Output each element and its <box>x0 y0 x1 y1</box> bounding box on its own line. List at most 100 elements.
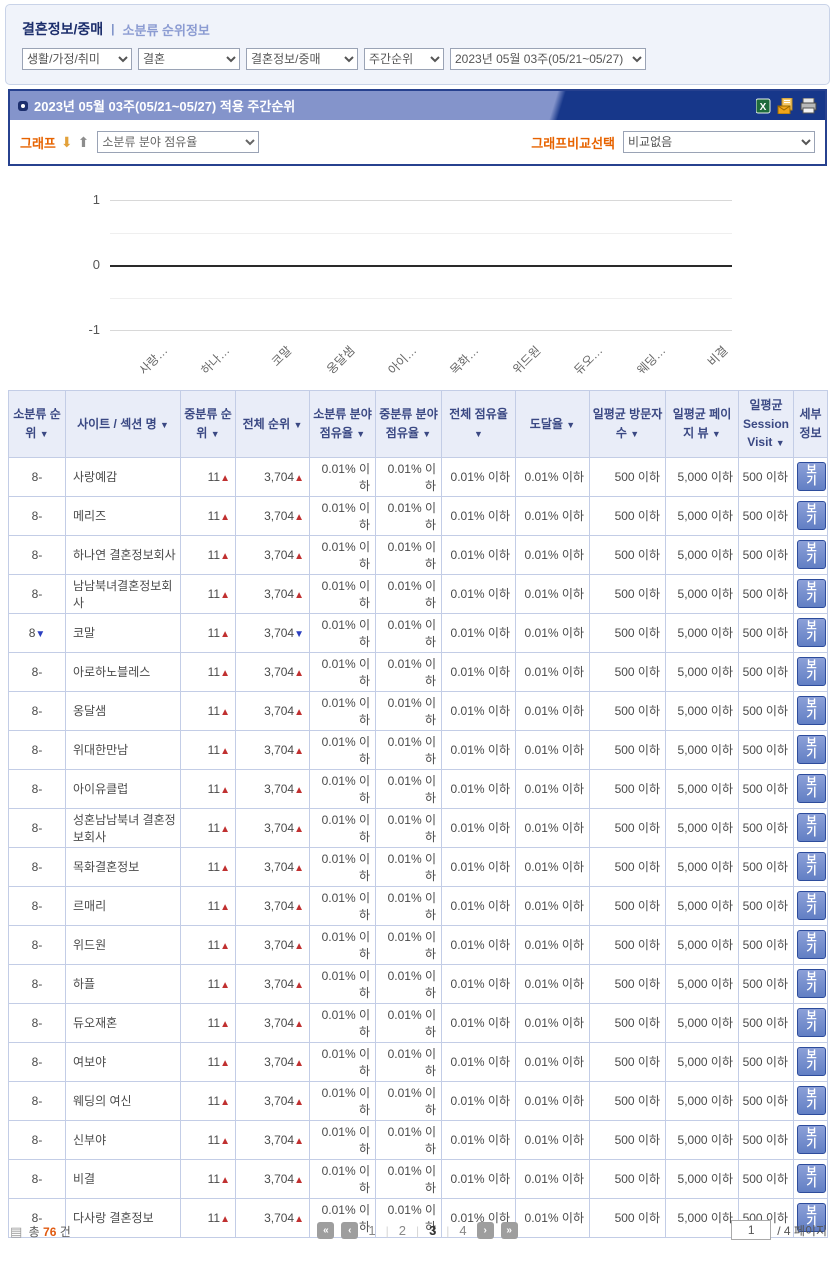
cell-total-share: 0.01% 이하 <box>441 495 516 536</box>
cell-mid-rank: 11▲ <box>180 1002 236 1043</box>
view-detail-button[interactable]: 보기 <box>797 1164 826 1194</box>
cell-sub-share: 0.01% 이하 <box>309 924 376 965</box>
cell-sub-share: 0.01% 이하 <box>309 1119 376 1160</box>
page-number-4[interactable]: 4 <box>456 1223 469 1238</box>
page-input[interactable] <box>731 1220 772 1240</box>
cell-sub-rank: 8- <box>8 1158 66 1199</box>
view-detail-button[interactable]: 보기 <box>797 579 826 609</box>
sort-arrow-icon: ▼ <box>39 428 49 439</box>
cell-sub-share: 0.01% 이하 <box>309 768 376 809</box>
view-detail-button[interactable]: 보기 <box>797 735 826 765</box>
view-detail-button[interactable]: 보기 <box>797 1125 826 1155</box>
view-detail-button[interactable]: 보기 <box>797 1086 826 1116</box>
cell-daily-session: 500 이하 <box>738 924 794 965</box>
category2-select[interactable]: 결혼 <box>138 48 240 70</box>
table-row: 8- 메리즈 11▲ 3,704▲ 0.01% 이하 0.01% 이하 0.01% 이하 0.… <box>8 495 828 536</box>
view-detail-button[interactable]: 보기 <box>797 1047 826 1077</box>
view-detail-button[interactable]: 보기 <box>797 774 826 804</box>
column-header-10[interactable]: 일평균 Session Visit ▼ <box>738 390 794 458</box>
rank-up-icon: ▲ <box>294 1018 304 1030</box>
prev-page-button[interactable]: ‹ <box>341 1222 359 1239</box>
cell-total-rank: 3,704▲ <box>235 573 310 614</box>
excel-icon[interactable]: X <box>756 98 772 114</box>
rank-up-icon: ▲ <box>220 823 230 835</box>
table-row: 8- 남남북녀결혼정보회사 11▲ 3,704▲ 0.01% 이하 0.01% 이하 0.0… <box>8 573 828 614</box>
column-header-6[interactable]: 전체 점유율 ▼ <box>441 390 516 458</box>
sort-descending-icon[interactable]: ⬇ <box>61 135 73 149</box>
view-detail-button[interactable]: 보기 <box>797 462 826 492</box>
view-detail-button[interactable]: 보기 <box>797 618 826 648</box>
view-detail-button[interactable]: 보기 <box>797 852 826 882</box>
cell-daily-session: 500 이하 <box>738 1041 794 1082</box>
table-row: 8- 하플 11▲ 3,704▲ 0.01% 이하 0.01% 이하 0.01% 이하 0.0… <box>8 963 828 1004</box>
gridline <box>110 200 732 201</box>
column-header-8[interactable]: 일평균 방문자 수 ▼ <box>589 390 666 458</box>
cell-mid-rank: 11▲ <box>180 534 236 575</box>
week-select[interactable]: 2023년 05월 03주(05/21~05/27) <box>450 48 646 70</box>
cell-sub-rank: 8- <box>8 1080 66 1121</box>
rank-up-icon: ▲ <box>220 784 230 796</box>
cell-mid-rank: 11▲ <box>180 924 236 965</box>
view-detail-button[interactable]: 보기 <box>797 540 826 570</box>
page-number-1[interactable]: 1 <box>365 1223 378 1238</box>
column-header-2[interactable]: 중분류 순위 ▼ <box>180 390 236 458</box>
rank-up-icon: ▲ <box>220 589 230 601</box>
graph-metric-select[interactable]: 소분류 분야 점유율 <box>97 131 260 153</box>
column-header-1[interactable]: 사이트 / 섹션 명 ▼ <box>65 390 181 458</box>
cell-detail: 보기 <box>793 495 828 536</box>
cell-daily-session: 500 이하 <box>738 963 794 1004</box>
column-header-9[interactable]: 일평균 페이지 뷰 ▼ <box>665 390 739 458</box>
cell-site-name: 메리즈 <box>65 495 181 536</box>
cell-sub-rank: 8- <box>8 1041 66 1082</box>
x-axis-label: 듀오… <box>571 343 606 378</box>
view-detail-button[interactable]: 보기 <box>797 501 826 531</box>
view-detail-button[interactable]: 보기 <box>797 891 826 921</box>
column-header-3[interactable]: 전체 순위 ▼ <box>235 390 310 458</box>
view-detail-button[interactable]: 보기 <box>797 657 826 687</box>
cell-reach: 0.01% 이하 <box>515 924 590 965</box>
rank-up-icon: ▲ <box>294 511 304 523</box>
view-detail-button[interactable]: 보기 <box>797 930 826 960</box>
cell-reach: 0.01% 이하 <box>515 495 590 536</box>
column-header-4[interactable]: 소분류 분야 점유율 ▼ <box>309 390 376 458</box>
view-detail-button[interactable]: 보기 <box>797 1008 826 1038</box>
table-row: 8▼ 코말 11▲ 3,704▼ 0.01% 이하 0.01% 이하 0.01% 이하 0.0… <box>8 612 828 653</box>
cell-mid-rank: 11▲ <box>180 495 236 536</box>
column-header-0[interactable]: 소분류 순위 ▼ <box>8 390 66 458</box>
view-detail-button[interactable]: 보기 <box>797 696 826 726</box>
cell-sub-rank: 8- <box>8 651 66 692</box>
last-page-button[interactable]: » <box>500 1222 518 1239</box>
view-detail-button[interactable]: 보기 <box>797 813 826 843</box>
page-number-2[interactable]: 2 <box>396 1223 409 1238</box>
cell-detail: 보기 <box>793 1041 828 1082</box>
period-type-select[interactable]: 주간순위 <box>364 48 444 70</box>
view-detail-button[interactable]: 보기 <box>797 969 826 999</box>
cell-sub-share: 0.01% 이하 <box>309 807 376 848</box>
sort-ascending-icon[interactable]: ⬆ <box>78 135 90 149</box>
table-row: 8- 아로하노블레스 11▲ 3,704▲ 0.01% 이하 0.01% 이하 0.01% … <box>8 651 828 692</box>
graph-compare-select[interactable]: 비교없음 <box>623 131 815 153</box>
column-header-5[interactable]: 중분류 분야 점유율 ▼ <box>375 390 442 458</box>
save-icon[interactable] <box>777 97 795 114</box>
cell-sub-rank: 8- <box>8 1119 66 1160</box>
cell-sub-share: 0.01% 이하 <box>309 534 376 575</box>
cell-reach: 0.01% 이하 <box>515 885 590 926</box>
page-number-3[interactable]: 3 <box>426 1223 439 1238</box>
column-header-7[interactable]: 도달율 ▼ <box>515 390 590 458</box>
first-page-button[interactable]: « <box>317 1222 335 1239</box>
rank-up-icon: ▲ <box>220 979 230 991</box>
next-page-button[interactable]: › <box>476 1222 494 1239</box>
cell-mid-share: 0.01% 이하 <box>375 1158 442 1199</box>
cell-detail: 보기 <box>793 963 828 1004</box>
filter-row: 생활/가정/취미 결혼 결혼정보/중매 주간순위 2023년 05월 03주(0… <box>22 48 815 70</box>
rank-up-icon: ▲ <box>220 1018 230 1030</box>
cell-reach: 0.01% 이하 <box>515 651 590 692</box>
print-icon[interactable] <box>800 97 817 114</box>
category3-select[interactable]: 결혼정보/중매 <box>246 48 358 70</box>
rank-down-icon: ▼ <box>35 628 46 640</box>
cell-mid-rank: 11▲ <box>180 846 236 887</box>
x-axis-label: 위드원 <box>510 343 544 377</box>
category1-select[interactable]: 생활/가정/취미 <box>22 48 132 70</box>
rank-up-icon: ▲ <box>220 1096 230 1108</box>
y-axis-tick: 0 <box>92 257 100 272</box>
